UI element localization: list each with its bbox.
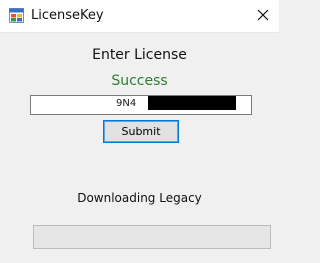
close-button[interactable] — [249, 2, 277, 28]
submit-button[interactable]: Submit — [103, 120, 179, 143]
license-key-value: 9N4 — [116, 98, 137, 109]
redaction-bar — [148, 96, 236, 110]
download-status-label: Downloading Legacy — [77, 191, 202, 205]
enter-license-heading: Enter License — [92, 47, 187, 63]
close-icon — [257, 6, 269, 25]
window-title: LicenseKey — [31, 8, 104, 23]
download-progress-bar — [33, 225, 271, 249]
title-bar: LicenseKey — [0, 0, 279, 33]
app-window-icon — [9, 8, 24, 23]
status-text: Success — [111, 73, 168, 89]
